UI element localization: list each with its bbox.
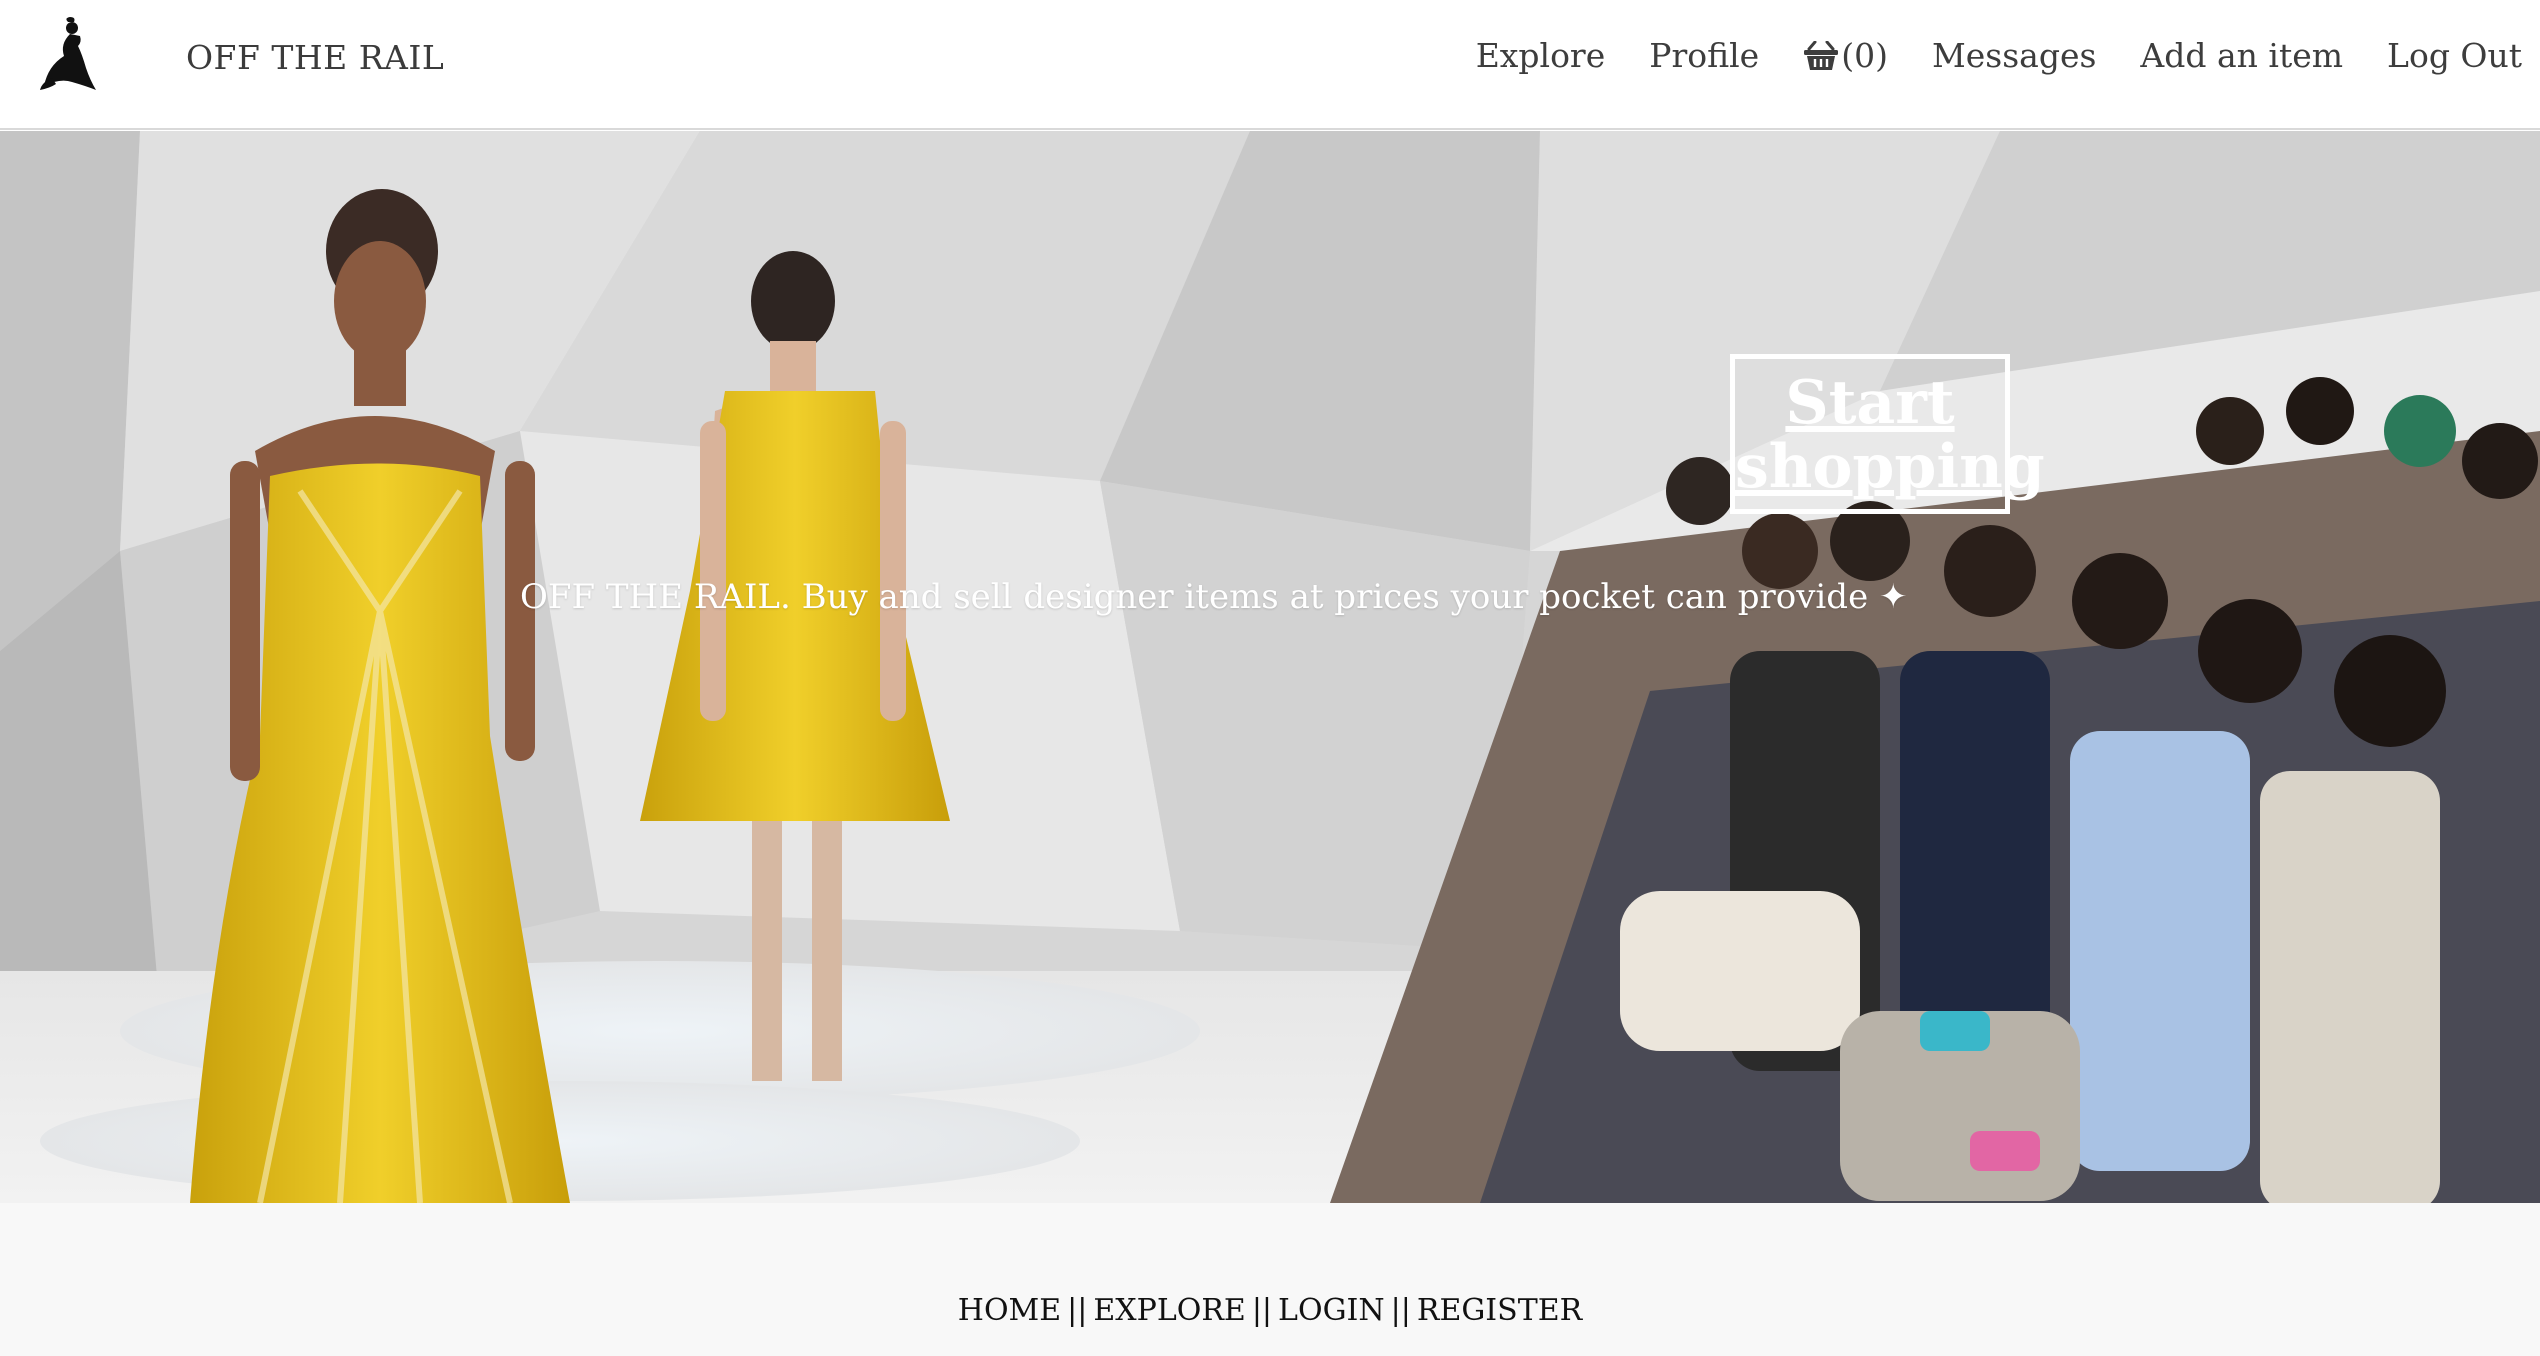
dancer-silhouette-icon[interactable]: [38, 16, 104, 96]
footer-login-link[interactable]: LOGIN: [1278, 1293, 1385, 1328]
brand-link[interactable]: OFF THE RAIL: [186, 38, 444, 77]
footer-nav: HOME || EXPLORE || LOGIN || REGISTER: [0, 1293, 2540, 1328]
nav-messages-link[interactable]: Messages: [1932, 36, 2096, 75]
nav-explore-link[interactable]: Explore: [1476, 36, 1606, 75]
nav-logout-link[interactable]: Log Out: [2387, 36, 2522, 75]
footer-register-link[interactable]: REGISTER: [1417, 1293, 1582, 1328]
runway-photo: [0, 131, 2540, 1203]
site-footer: HOME || EXPLORE || LOGIN || REGISTER: [0, 1203, 2540, 1356]
nav-add-item-link[interactable]: Add an item: [2140, 36, 2343, 75]
start-shopping-button[interactable]: Start shopping: [1730, 354, 2045, 514]
basket-icon: [1804, 40, 1839, 70]
main-nav: Explore Profile (0) Messages Add an item…: [1476, 36, 2522, 75]
site-header: OFF THE RAIL Explore Profile (0) Message…: [0, 0, 2540, 130]
footer-separator: ||: [1251, 1293, 1273, 1328]
footer-separator: ||: [1067, 1293, 1088, 1328]
hero-banner: OFF THE RAIL. Buy and sell designer item…: [0, 131, 2540, 1203]
nav-basket-link[interactable]: (0): [1803, 36, 1888, 75]
footer-separator: ||: [1390, 1293, 1411, 1328]
hero-tagline: OFF THE RAIL. Buy and sell designer item…: [520, 577, 1908, 617]
footer-home-link[interactable]: HOME: [958, 1293, 1061, 1328]
footer-explore-link[interactable]: EXPLORE: [1093, 1293, 1245, 1328]
basket-count: (0): [1841, 36, 1888, 75]
nav-profile-link[interactable]: Profile: [1649, 36, 1759, 75]
